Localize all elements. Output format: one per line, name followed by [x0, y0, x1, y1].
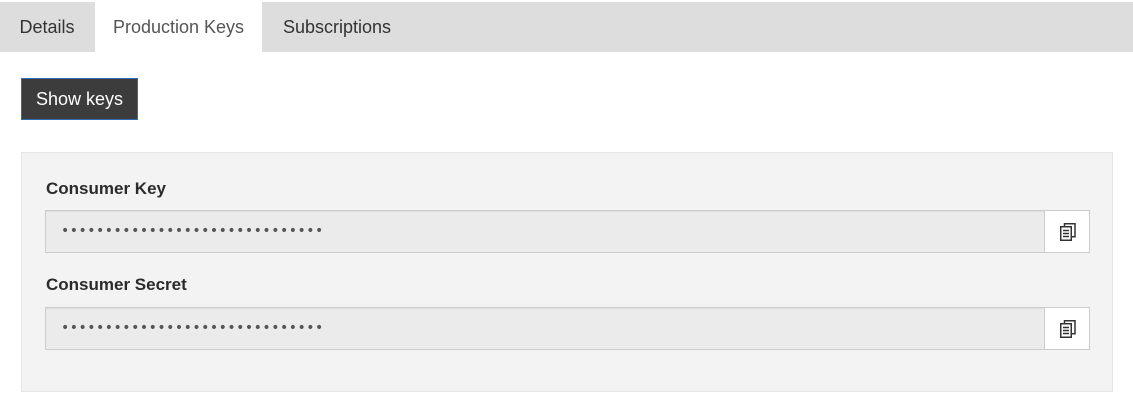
consumer-key-field[interactable]: ••••••••••••••••••••••••••••••	[45, 210, 1045, 253]
clipboard-icon	[1060, 223, 1076, 241]
tab-bar: Details Production Keys Subscriptions	[0, 2, 1133, 52]
copy-consumer-secret-button[interactable]	[1044, 307, 1090, 350]
show-keys-button[interactable]: Show keys	[21, 78, 138, 120]
tab-production-keys[interactable]: Production Keys	[95, 2, 262, 52]
clipboard-icon	[1060, 320, 1076, 338]
copy-consumer-key-button[interactable]	[1044, 210, 1090, 253]
keys-panel: Consumer Key •••••••••••••••••••••••••••…	[21, 152, 1113, 392]
consumer-key-row: ••••••••••••••••••••••••••••••	[45, 210, 1091, 253]
consumer-secret-field[interactable]: ••••••••••••••••••••••••••••••	[45, 307, 1045, 350]
consumer-secret-label: Consumer Secret	[46, 275, 187, 294]
consumer-key-label: Consumer Key	[46, 179, 166, 198]
consumer-secret-row: ••••••••••••••••••••••••••••••	[45, 307, 1091, 350]
tab-subscriptions[interactable]: Subscriptions	[262, 2, 412, 52]
tab-details[interactable]: Details	[0, 2, 94, 52]
